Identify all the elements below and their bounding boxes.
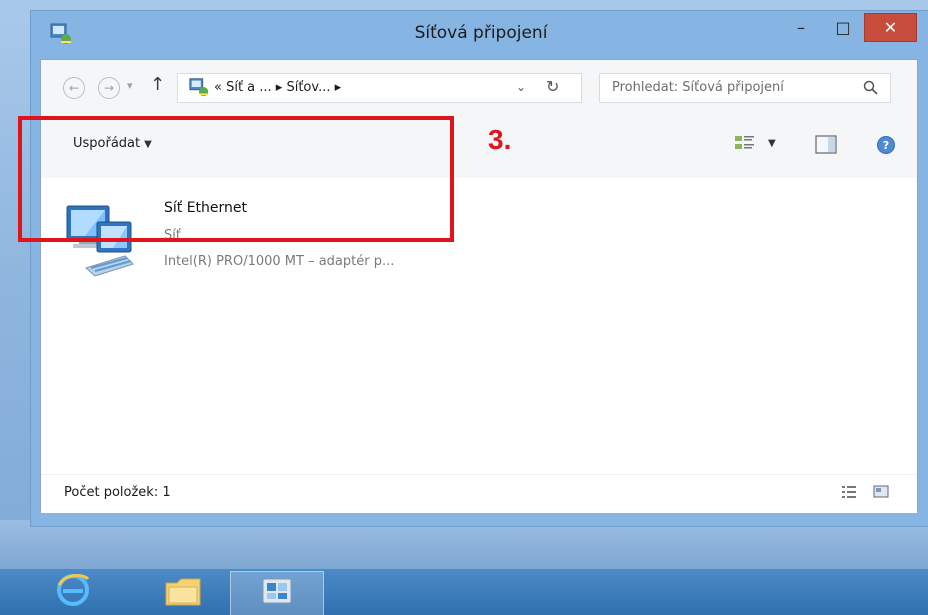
address-dropdown-button[interactable]: ⌄ (516, 80, 526, 94)
network-folder-icon (189, 78, 209, 97)
maximize-button[interactable]: □ (823, 13, 863, 42)
taskbar-internet-explorer[interactable] (40, 571, 106, 615)
title-bar[interactable]: Síťová připojení – □ ✕ (31, 11, 928, 59)
large-icons-view-icon[interactable] (873, 484, 889, 500)
view-dropdown-button[interactable]: ▼ (768, 138, 776, 149)
search-box[interactable]: Prohledat: Síťová připojení (599, 73, 891, 103)
preview-pane-icon[interactable] (814, 134, 838, 156)
change-view-icon[interactable] (733, 134, 757, 156)
minimize-button[interactable]: – (781, 13, 821, 42)
annotation-highlight-box (18, 116, 454, 242)
up-button[interactable]: ↑ (150, 74, 165, 95)
network-connections-taskbar-icon (262, 578, 292, 604)
refresh-button[interactable]: ↻ (546, 77, 559, 96)
desktop-background (0, 520, 928, 568)
connection-adapter: Intel(R) PRO/1000 MT – adaptér p... (164, 254, 395, 269)
annotation-step-number: 3. (488, 124, 512, 155)
recent-locations-button[interactable]: ▾ (127, 79, 133, 92)
help-icon[interactable]: ? (875, 134, 897, 156)
navigation-bar: ← → ▾ ↑ « Síť a ... ▸ Síťov... ▸ ⌄ ↻ Pro… (41, 60, 917, 117)
taskbar-file-explorer[interactable] (150, 571, 216, 615)
item-count: Počet položek: 1 (64, 485, 171, 500)
taskbar-network-connections[interactable] (230, 571, 324, 615)
taskbar (0, 568, 928, 615)
back-button[interactable]: ← (63, 77, 85, 99)
details-view-icon[interactable] (841, 484, 857, 500)
forward-button[interactable]: → (98, 77, 120, 99)
address-bar[interactable]: « Síť a ... ▸ Síťov... ▸ ⌄ ↻ (177, 73, 582, 103)
close-button[interactable]: ✕ (864, 13, 917, 42)
search-icon[interactable] (862, 79, 880, 97)
address-path[interactable]: « Síť a ... ▸ Síťov... ▸ (214, 80, 341, 95)
status-bar: Počet položek: 1 (41, 474, 917, 513)
file-explorer-icon (165, 578, 201, 606)
internet-explorer-icon (57, 574, 90, 606)
network-connections-window: Síťová připojení – □ ✕ ← → ▾ ↑ « Síť a .… (30, 10, 928, 527)
search-placeholder[interactable]: Prohledat: Síťová připojení (612, 80, 784, 95)
svg-text:?: ? (883, 139, 889, 152)
